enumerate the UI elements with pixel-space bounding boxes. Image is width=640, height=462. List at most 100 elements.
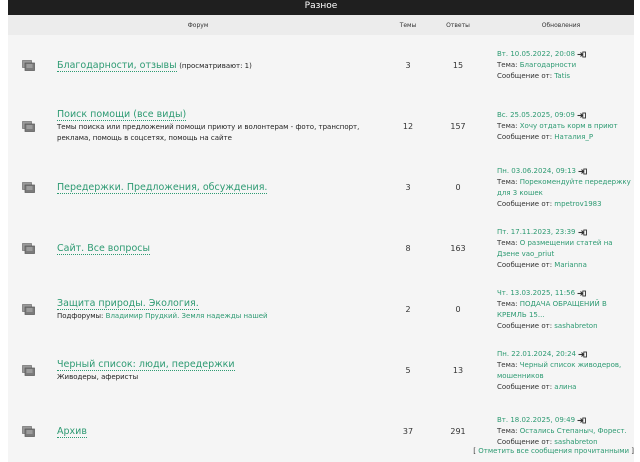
forum-title-link[interactable]: Защита природы. Экология. [57, 297, 199, 310]
last-topic-line: Тема: Порекомендуйте передержку для 3 ко… [497, 177, 634, 199]
last-topic-line: Тема: Хочу отдать корм в приют [497, 121, 634, 132]
mark-all-read-link[interactable]: Отметить все сообщения прочитанными [478, 447, 629, 455]
go-to-post-icon[interactable] [578, 229, 587, 235]
topics-count: 3 [405, 61, 411, 70]
column-headers: Форум Темы Ответы Обновления [8, 15, 634, 35]
last-post-date[interactable]: Чт. 13.03.2025, 11:56 [497, 289, 575, 297]
posts-count: 0 [455, 183, 461, 192]
last-user-line: Сообщение от: Наталия_Р [497, 132, 634, 143]
by-label: Сообщение от: [497, 72, 553, 80]
category-title: Разное [8, 0, 634, 15]
last-post-date-line: Вс. 25.05.2025, 09:09 [497, 110, 634, 121]
by-label: Сообщение от: [497, 321, 553, 330]
posts-count: 157 [450, 122, 466, 131]
last-post-date-line: Пн. 03.06.2024, 09:13 [497, 166, 634, 177]
subforums-label: Подфорумы: [57, 311, 104, 320]
last-user-link[interactable]: sashabreton [554, 438, 597, 446]
forum-folder-icon [8, 426, 48, 437]
forum-row: Сайт. Все вопросы 8 163 Пт. 17.11.2023, 23:… [8, 218, 634, 279]
forum-row: Черный список: люди, передержки Живодеры,… [8, 340, 634, 401]
last-post-date[interactable]: Вт. 10.05.2022, 20:08 [497, 50, 575, 58]
forum-description: Темы поиска или предложений помощи приют… [57, 123, 360, 142]
subforum-link[interactable]: Владимир Прудкий. Земля надежды нашей [106, 312, 268, 320]
forum-title-link[interactable]: Передержки. Предложения, обсуждения. [57, 182, 268, 194]
topic-label: Тема: [497, 122, 518, 130]
forum-folder-icon [8, 60, 48, 71]
forum-folder-icon [8, 304, 48, 315]
last-post-info: Пт. 17.11.2023, 23:39 Тема: О размещении … [488, 227, 634, 271]
footer-bracket-close: ] [631, 447, 634, 455]
go-to-post-icon[interactable] [577, 112, 586, 119]
go-to-post-icon[interactable] [577, 417, 586, 424]
last-user-link[interactable]: Marianna [554, 261, 587, 269]
last-topic-line: Тема: Черный список живодеров, мошеннико… [497, 360, 634, 382]
by-label: Сообщение от: [497, 382, 553, 391]
forum-info: Черный список: люди, передержки Живодеры,… [48, 358, 388, 383]
subforums-line: Подфорумы: Владимир Прудкий. Земля надеж… [57, 311, 388, 322]
last-post-date-line: Вт. 10.05.2022, 20:08 [497, 49, 634, 60]
last-user-link[interactable]: Tatis [554, 72, 570, 80]
last-post-info: Пн. 22.01.2024, 20:24 Тема: Черный список… [488, 349, 634, 393]
topics-count: 2 [405, 305, 411, 314]
topic-label: Тема: [497, 61, 518, 69]
last-post-date-line: Пт. 17.11.2023, 23:39 [497, 227, 634, 238]
forum-info: Архив [48, 426, 388, 438]
forum-info: Защита природы. Экология. Подфорумы: Влад… [48, 297, 388, 322]
go-to-post-icon[interactable] [578, 351, 587, 357]
by-label: Сообщение от: [497, 438, 553, 446]
last-user-link[interactable]: Наталия_Р [554, 133, 593, 141]
last-user-link[interactable]: алина [554, 383, 576, 391]
last-post-info: Чт. 13.03.2025, 11:56 Тема: ПОДАЧА ОБРАЩЕ… [488, 288, 634, 332]
posts-count: 163 [450, 244, 466, 253]
last-user-line: Сообщение от: алина [497, 382, 634, 393]
last-user-link[interactable]: mpetrov1983 [554, 200, 601, 208]
last-topic-line: Тема: О размещении статей на Дзене vao_p… [497, 238, 634, 260]
last-topic-link[interactable]: Порекомендуйте передержку для 3 кошек [497, 178, 631, 197]
last-user-line: Сообщение от: sashabreton [497, 321, 634, 332]
forum-title-link[interactable]: Архив [57, 426, 87, 438]
last-post-info: Вс. 25.05.2025, 09:09 Тема: Хочу отдать к… [488, 110, 634, 143]
forum-row: Благодарности, отзывы (просматривают: 1)… [8, 35, 634, 96]
column-topics: Темы [399, 21, 417, 29]
forum-title-link[interactable]: Сайт. Все вопросы [57, 243, 150, 255]
last-post-date[interactable]: Пт. 17.11.2023, 23:39 [497, 228, 576, 236]
topic-label: Тема: [497, 360, 518, 369]
forum-title-link[interactable]: Черный список: люди, передержки [57, 358, 235, 371]
topics-count: 3 [405, 183, 411, 192]
last-post-date[interactable]: Вс. 25.05.2025, 09:09 [497, 111, 575, 119]
last-post-date[interactable]: Пн. 03.06.2024, 09:13 [497, 167, 576, 175]
last-user-link[interactable]: sashabreton [554, 322, 597, 330]
last-post-date[interactable]: Пн. 22.01.2024, 20:24 [497, 350, 576, 358]
last-user-line: Сообщение от: mpetrov1983 [497, 199, 634, 210]
forum-row: Передержки. Предложения, обсуждения. 3 0 Пн… [8, 157, 634, 218]
last-post-info: Вт. 10.05.2022, 20:08 Тема: Благодарности… [488, 49, 634, 82]
footer-bracket-open: [ [473, 447, 476, 455]
go-to-post-icon[interactable] [577, 290, 586, 296]
last-topic-line: Тема: Благодарности [497, 60, 634, 71]
forum-folder-icon [8, 182, 48, 193]
forum-description: Живодеры, аферисты [57, 372, 139, 381]
last-topic-link[interactable]: Хочу отдать корм в приют [520, 122, 618, 130]
last-post-date-line: Пн. 22.01.2024, 20:24 [497, 349, 634, 360]
topics-count: 8 [405, 244, 411, 253]
forum-row: Поиск помощи (все виды) Темы поиска или п… [8, 96, 634, 157]
last-topic-link[interactable]: Остались Степаныч, Форест. [520, 427, 627, 435]
forum-list: Благодарности, отзывы (просматривают: 1)… [8, 35, 634, 462]
column-last-post: Обновления [541, 21, 581, 29]
forum-info: Передержки. Предложения, обсуждения. [48, 182, 388, 194]
last-topic-link[interactable]: Благодарности [520, 61, 576, 69]
forum-title-link[interactable]: Поиск помощи (все виды) [57, 109, 187, 121]
by-label: Сообщение от: [497, 133, 553, 141]
topic-label: Тема: [497, 427, 518, 435]
column-forum: Форум [187, 21, 209, 29]
forum-title-link[interactable]: Благодарности, отзывы [57, 60, 177, 72]
topics-count: 5 [405, 366, 411, 375]
last-post-date-line: Чт. 13.03.2025, 11:56 [497, 288, 634, 299]
go-to-post-icon[interactable] [577, 51, 586, 58]
go-to-post-icon[interactable] [578, 168, 587, 174]
last-post-date[interactable]: Вт. 18.02.2025, 09:49 [497, 416, 575, 424]
forum-info: Поиск помощи (все виды) Темы поиска или п… [48, 109, 388, 144]
forum-folder-icon [8, 365, 48, 376]
last-user-line: Сообщение от: Tatis [497, 71, 634, 82]
topic-label: Тема: [497, 177, 518, 186]
